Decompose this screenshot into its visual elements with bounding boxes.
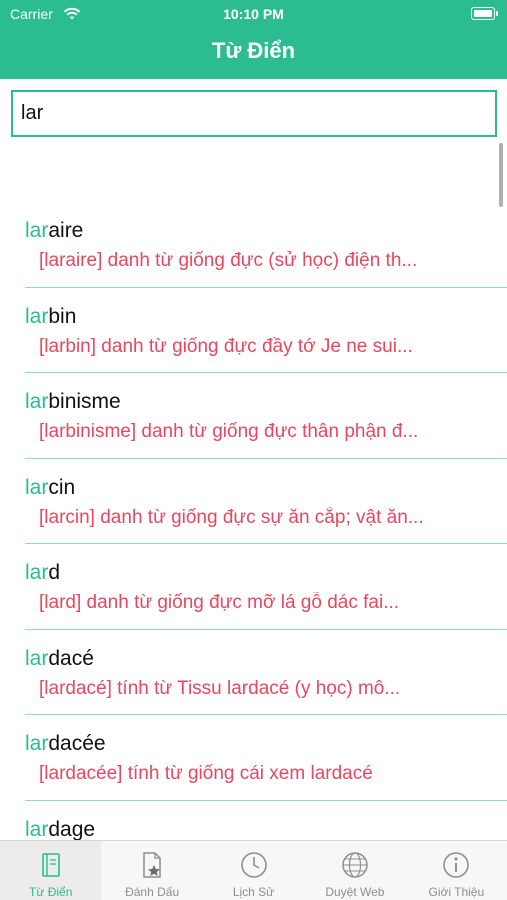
result-row[interactable]: laraire [laraire] danh từ giống đực (sử h… <box>25 202 507 288</box>
word-remainder: d <box>48 561 61 584</box>
result-word: laraire <box>25 219 83 243</box>
tab-label: Giới Thiệu <box>428 885 485 899</box>
status-bar: Carrier 10:10 PM <box>0 0 507 28</box>
tab-bar: Từ Điển Đánh Dấu Lịch Sử Duyệt Web Giới Thiệ… <box>0 840 507 900</box>
result-word: larcin <box>25 476 75 500</box>
clock-icon <box>238 849 270 881</box>
match-highlight: lar <box>25 390 49 413</box>
result-word: lardage <box>25 818 95 841</box>
tab-label: Lịch Sử <box>232 885 275 899</box>
search-input[interactable] <box>13 92 495 135</box>
word-remainder: dacé <box>48 646 94 670</box>
word-remainder: binisme <box>48 390 121 413</box>
result-definition: [larbin] danh từ giống đực đầy tớ Je ne … <box>39 335 413 357</box>
tab-globe[interactable]: Duyệt Web <box>304 841 405 900</box>
result-definition: [larbinisme] danh từ giống đực thân phận… <box>39 421 419 442</box>
results-list: laraire [laraire] danh từ giống đực (sử h… <box>25 202 507 840</box>
bookmark-icon <box>136 849 168 881</box>
tab-label: Đánh Dấu <box>125 885 180 899</box>
result-row[interactable]: larbin [larbin] danh từ giống đực đầy tớ … <box>25 288 507 373</box>
result-row[interactable]: lardacé [lardacé] tính từ Tissu lardacé (… <box>25 630 507 715</box>
word-remainder: cin <box>48 475 76 499</box>
result-row[interactable]: larcin [larcin] danh từ giống đực sự ăn c… <box>25 459 507 544</box>
tab-dictionary[interactable]: Từ Điển <box>0 841 102 900</box>
result-word: lardacé <box>25 647 94 671</box>
search-field[interactable] <box>11 90 497 137</box>
result-word: larbin <box>25 305 76 329</box>
page-title: Từ Điển <box>211 38 296 63</box>
match-highlight: lar <box>25 646 49 670</box>
match-highlight: lar <box>25 817 49 841</box>
word-remainder: aire <box>48 219 84 242</box>
tab-bookmark[interactable]: Đánh Dấu <box>101 841 202 900</box>
result-row[interactable]: larbinisme [larbinisme] danh từ giống đực… <box>25 373 507 459</box>
info-icon <box>440 849 472 881</box>
result-word: lard <box>25 561 60 585</box>
result-definition: [laraire] danh từ giống đực (sử học) điệ… <box>39 250 418 271</box>
match-highlight: lar <box>25 304 49 328</box>
tab-info[interactable]: Giới Thiệu <box>406 841 507 900</box>
result-row[interactable]: lardage <box>25 801 507 841</box>
result-definition: [lardacé] tính từ Tissu lardacé (y học) … <box>39 677 401 699</box>
result-definition: [larcin] danh từ giống đực sự ăn cắp; vậ… <box>39 506 424 528</box>
tab-label: Duyệt Web <box>325 885 385 899</box>
word-remainder: bin <box>48 304 77 328</box>
status-time: 10:10 PM <box>223 6 284 22</box>
match-highlight: lar <box>25 475 49 499</box>
result-row[interactable]: lardacée [lardacée] tính từ giống cái xem… <box>25 715 507 801</box>
app-header: Carrier 10:10 PM Từ Điển <box>0 0 507 79</box>
result-definition: [lard] danh từ giống đực mỡ lá gỗ dác fa… <box>39 592 400 613</box>
dictionary-icon <box>35 849 67 881</box>
result-definition: [lardacée] tính từ giống cái xem lardacé <box>39 763 373 784</box>
result-word: larbinisme <box>25 390 121 414</box>
tab-label: Từ Điển <box>29 885 73 899</box>
match-highlight: lar <box>25 732 49 755</box>
tab-clock[interactable]: Lịch Sử <box>203 841 304 900</box>
match-highlight: lar <box>25 219 49 242</box>
globe-icon <box>339 849 371 881</box>
scroll-indicator[interactable] <box>499 143 503 207</box>
battery-icon <box>471 7 498 20</box>
result-row[interactable]: lard [lard] danh từ giống đực mỡ lá gỗ dá… <box>25 544 507 630</box>
result-word: lardacée <box>25 732 106 756</box>
word-remainder: dage <box>48 817 96 841</box>
word-remainder: dacée <box>48 732 106 755</box>
match-highlight: lar <box>25 561 49 584</box>
